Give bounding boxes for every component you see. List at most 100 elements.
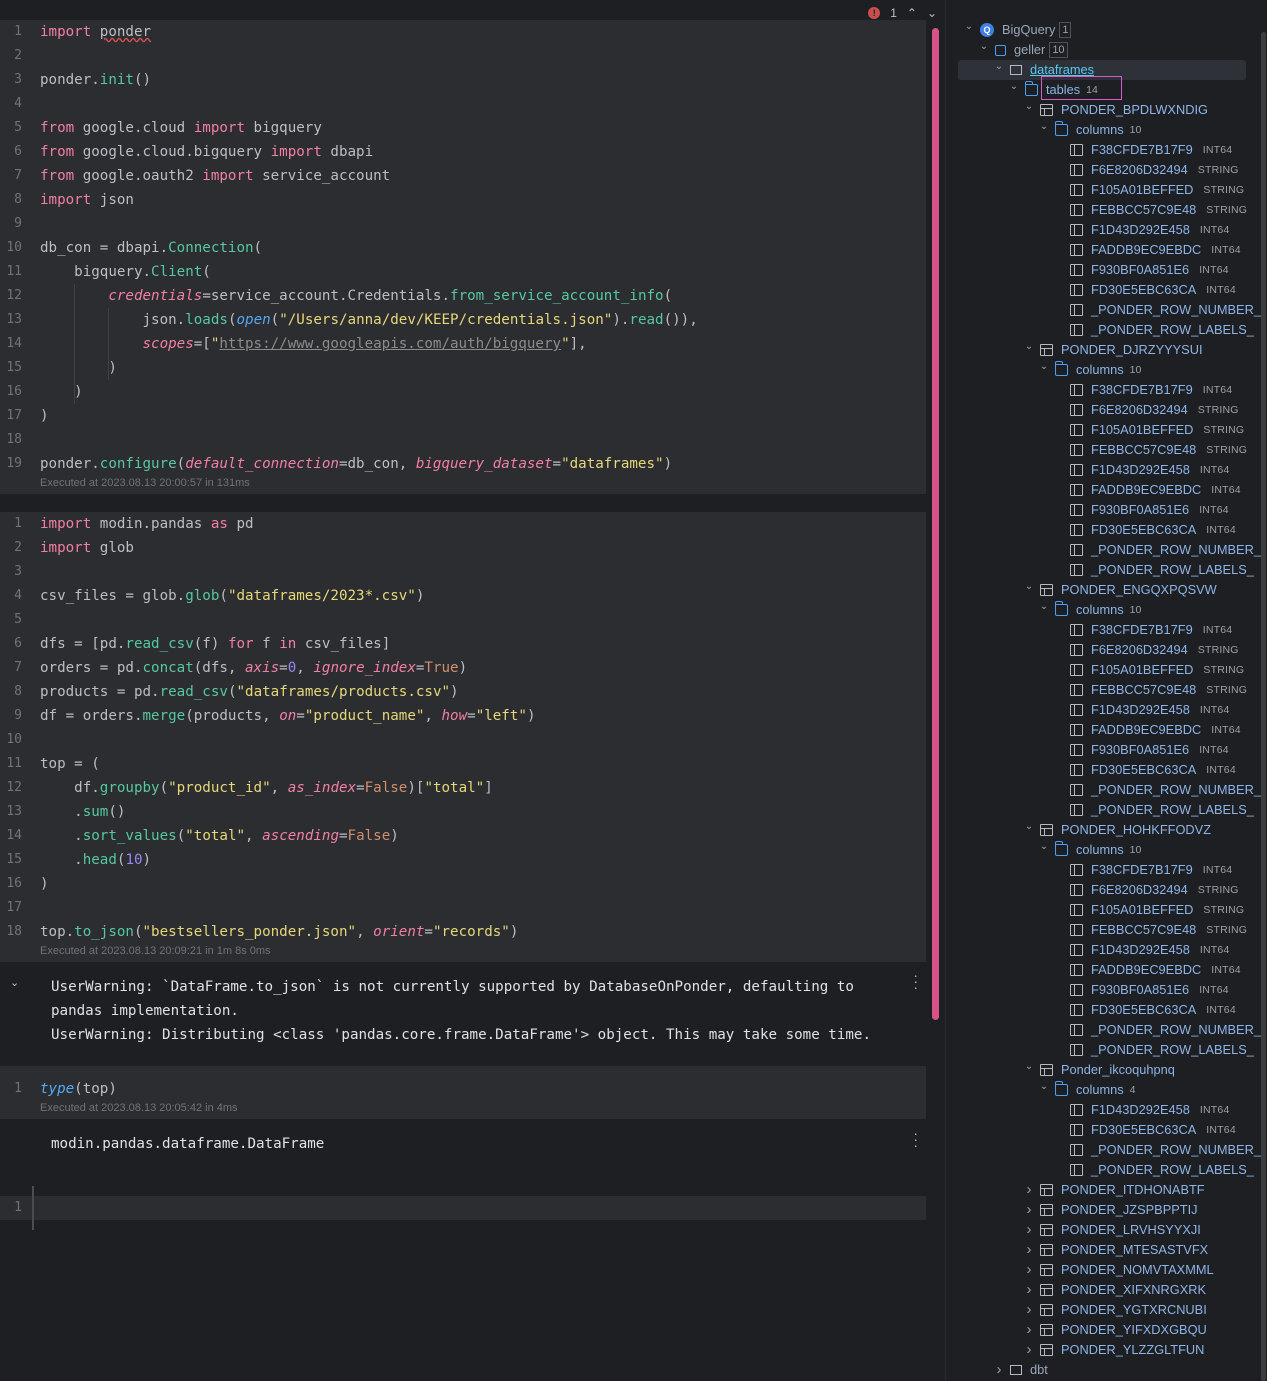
- tree-node-columns[interactable]: ⌄ columns 10: [1037, 360, 1141, 380]
- code-cell-2[interactable]: 1 import modin.pandas as pd 2 import glob …: [0, 512, 926, 962]
- tree-node-column[interactable]: F1D43D292E458 INT64: [1052, 460, 1229, 480]
- tree-node-column[interactable]: F1D43D292E458 INT64: [1052, 1100, 1229, 1120]
- tree-node-column[interactable]: _PONDER_ROW_NUMBER_: [1052, 1020, 1261, 1040]
- tree-node-column[interactable]: _PONDER_ROW_NUMBER_: [1052, 780, 1261, 800]
- tree-node-columns[interactable]: ⌄ columns 10: [1037, 120, 1141, 140]
- column-type: INT64: [1199, 744, 1229, 756]
- chevron-down-icon[interactable]: ⌄: [992, 57, 1006, 77]
- chevron-right-icon[interactable]: ›: [992, 1360, 1006, 1380]
- chevron-down-icon[interactable]: ⌄: [962, 17, 976, 37]
- tree-label: columns: [1076, 362, 1124, 377]
- tree-node-columns[interactable]: ⌄ columns 4: [1037, 1080, 1136, 1100]
- chevron-down-icon[interactable]: ⌄: [1022, 1057, 1036, 1077]
- tree-node-column[interactable]: F6E8206D32494 STRING: [1052, 400, 1239, 420]
- chevron-right-icon[interactable]: ›: [1022, 1200, 1036, 1220]
- tree-node-table[interactable]: › PONDER_NOMVTAXMML: [1022, 1260, 1214, 1280]
- tree-node-table[interactable]: › PONDER_LRVHSYYXJI: [1022, 1220, 1201, 1240]
- tree-node-column[interactable]: FADDB9EC9EBDC INT64: [1052, 720, 1241, 740]
- explorer-scrollbar[interactable]: [1261, 32, 1266, 1381]
- tree-node-column[interactable]: FD30E5EBC63CA INT64: [1052, 520, 1236, 540]
- tree-node-column[interactable]: _PONDER_ROW_NUMBER_: [1052, 1140, 1261, 1160]
- tree-node-column[interactable]: _PONDER_ROW_NUMBER_: [1052, 540, 1261, 560]
- empty-code-cell[interactable]: 1: [0, 1186, 926, 1230]
- tree-node-column[interactable]: _PONDER_ROW_LABELS_: [1052, 800, 1254, 820]
- tree-node-table[interactable]: › PONDER_XIFXNRGXRK: [1022, 1280, 1207, 1300]
- output-menu-icon[interactable]: · · ·: [913, 1126, 918, 1152]
- tree-node-column[interactable]: F105A01BEFFED STRING: [1052, 900, 1244, 920]
- chevron-right-icon[interactable]: ›: [1022, 1280, 1036, 1300]
- tree-node-column[interactable]: FD30E5EBC63CA INT64: [1052, 760, 1236, 780]
- chevron-down-icon[interactable]: ⌄: [1037, 597, 1051, 617]
- tree-node-table[interactable]: › PONDER_MTESASTVFX: [1022, 1240, 1209, 1260]
- tree-node-table[interactable]: › PONDER_JZSPBPPTIJ: [1022, 1200, 1198, 1220]
- chevron-down-icon[interactable]: ⌄: [1037, 117, 1051, 137]
- chevron-down-icon[interactable]: ⌄: [1037, 357, 1051, 377]
- tree-node-column[interactable]: F6E8206D32494 STRING: [1052, 880, 1239, 900]
- tree-node-column[interactable]: FEBBCC57C9E48 STRING: [1052, 920, 1247, 940]
- chevron-right-icon[interactable]: ›: [1022, 1260, 1036, 1280]
- chevron-down-icon[interactable]: ⌄: [1037, 837, 1051, 857]
- tree-node-columns[interactable]: ⌄ columns 10: [1037, 840, 1141, 860]
- tree-node-column[interactable]: F105A01BEFFED STRING: [1052, 420, 1244, 440]
- tree-node-column[interactable]: FEBBCC57C9E48 STRING: [1052, 680, 1247, 700]
- tree-node-column[interactable]: FEBBCC57C9E48 STRING: [1052, 200, 1247, 220]
- tree-node-column[interactable]: F38CFDE7B17F9 INT64: [1052, 140, 1232, 160]
- tree-node-column[interactable]: FADDB9EC9EBDC INT64: [1052, 480, 1241, 500]
- tree-node-column[interactable]: _PONDER_ROW_LABELS_: [1052, 1160, 1254, 1180]
- tree-node-table[interactable]: › PONDER_YGTXRCNUBI: [1022, 1300, 1207, 1320]
- tree-node-column[interactable]: F6E8206D32494 STRING: [1052, 160, 1239, 180]
- tree-node-column[interactable]: F1D43D292E458 INT64: [1052, 940, 1229, 960]
- tree-node-column[interactable]: F105A01BEFFED STRING: [1052, 180, 1244, 200]
- chevron-down-icon[interactable]: ⌄: [927, 6, 937, 20]
- tree-node-column[interactable]: FD30E5EBC63CA INT64: [1052, 1000, 1236, 1020]
- tree-node-column[interactable]: _PONDER_ROW_LABELS_: [1052, 560, 1254, 580]
- chevron-down-icon[interactable]: ⌄: [1022, 577, 1036, 597]
- output-menu-icon[interactable]: · · ·: [913, 968, 918, 994]
- editor-scrollbar[interactable]: [932, 28, 939, 1020]
- tree-node-column[interactable]: FD30E5EBC63CA INT64: [1052, 280, 1236, 300]
- tree-node-column[interactable]: F930BF0A851E6 INT64: [1052, 980, 1229, 1000]
- chevron-right-icon[interactable]: ›: [1022, 1340, 1036, 1360]
- tree-node-column[interactable]: FADDB9EC9EBDC INT64: [1052, 240, 1241, 260]
- code-cell-3[interactable]: 1 type(top) Executed at 2023.08.13 20:05:…: [0, 1066, 926, 1119]
- tree-node-table[interactable]: › PONDER_ITDHONABTF: [1022, 1180, 1205, 1200]
- chevron-right-icon[interactable]: ›: [1022, 1320, 1036, 1340]
- collapse-output-icon[interactable]: ⌄: [10, 976, 19, 989]
- tree-node-table[interactable]: › PONDER_YIFXDXGBQU: [1022, 1320, 1207, 1340]
- tree-node-table[interactable]: ⌄ PONDER_ENGQXPQSVW: [1022, 580, 1217, 600]
- tree-node-column[interactable]: F38CFDE7B17F9 INT64: [1052, 860, 1232, 880]
- tree-node-dbt[interactable]: › dbt: [992, 1360, 1048, 1380]
- column-type: INT64: [1199, 704, 1230, 716]
- chevron-down-icon[interactable]: ⌄: [1007, 77, 1021, 97]
- tree-node-column[interactable]: F930BF0A851E6 INT64: [1052, 260, 1229, 280]
- tree-node-column[interactable]: F38CFDE7B17F9 INT64: [1052, 380, 1232, 400]
- chevron-down-icon[interactable]: ⌄: [1022, 97, 1036, 117]
- chevron-right-icon[interactable]: ›: [1022, 1300, 1036, 1320]
- chevron-right-icon[interactable]: ›: [1022, 1220, 1036, 1240]
- chevron-down-icon[interactable]: ⌄: [977, 37, 991, 57]
- tree-node-column[interactable]: FEBBCC57C9E48 STRING: [1052, 440, 1247, 460]
- tree-node-column[interactable]: F930BF0A851E6 INT64: [1052, 500, 1229, 520]
- chevron-down-icon[interactable]: ⌄: [1022, 817, 1036, 837]
- tree-node-table[interactable]: › PONDER_YLZZGLTFUN: [1022, 1340, 1205, 1360]
- tree-node-column[interactable]: F38CFDE7B17F9 INT64: [1052, 620, 1232, 640]
- tree-node-column[interactable]: F1D43D292E458 INT64: [1052, 700, 1229, 720]
- tree-node-columns[interactable]: ⌄ columns 10: [1037, 600, 1141, 620]
- output-line: modin.pandas.dataframe.DataFrame: [51, 1136, 325, 1152]
- chevron-right-icon[interactable]: ›: [1022, 1180, 1036, 1200]
- tree-node-column[interactable]: F930BF0A851E6 INT64: [1052, 740, 1229, 760]
- tree-node-column[interactable]: FADDB9EC9EBDC INT64: [1052, 960, 1241, 980]
- tree-node-column[interactable]: _PONDER_ROW_LABELS_: [1052, 1040, 1254, 1060]
- tree-node-column[interactable]: F1D43D292E458 INT64: [1052, 220, 1229, 240]
- chevron-right-icon[interactable]: ›: [1022, 1240, 1036, 1260]
- tree-node-column[interactable]: F105A01BEFFED STRING: [1052, 660, 1244, 680]
- chevron-up-icon[interactable]: ⌃: [907, 6, 917, 20]
- code-cell-1[interactable]: 1 import ponder 2 3 ponder.init() 4 5 from …: [0, 20, 926, 494]
- tree-node-geller[interactable]: ⌄ geller 10: [977, 40, 1068, 60]
- tree-node-column[interactable]: F6E8206D32494 STRING: [1052, 640, 1239, 660]
- tree-node-column[interactable]: _PONDER_ROW_LABELS_: [1052, 320, 1254, 340]
- tree-node-column[interactable]: _PONDER_ROW_NUMBER_: [1052, 300, 1261, 320]
- chevron-down-icon[interactable]: ⌄: [1037, 1077, 1051, 1097]
- tree-node-column[interactable]: FD30E5EBC63CA INT64: [1052, 1120, 1236, 1140]
- chevron-down-icon[interactable]: ⌄: [1022, 337, 1036, 357]
